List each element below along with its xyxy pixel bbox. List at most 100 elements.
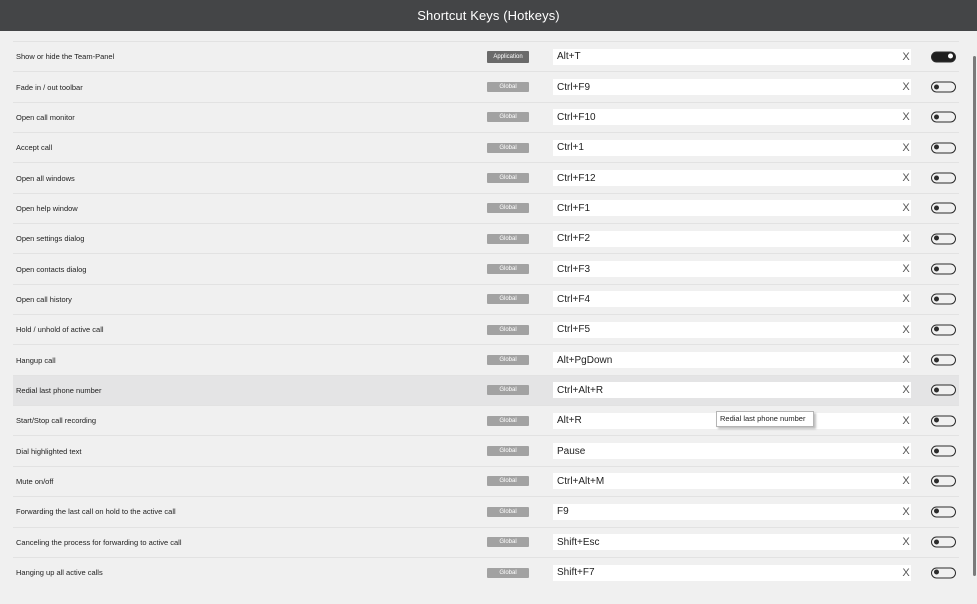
hotkey-input[interactable]: Alt+T <box>553 48 911 65</box>
toggle-knob <box>934 448 939 454</box>
close-icon[interactable]: X <box>900 567 912 579</box>
close-icon[interactable]: X <box>900 536 912 548</box>
close-icon[interactable]: X <box>900 111 912 123</box>
hotkey-input[interactable]: F9 <box>553 503 911 520</box>
hotkey-row[interactable]: Hanging up all active calls Global Shift+F… <box>13 556 959 587</box>
enable-toggle[interactable] <box>931 475 956 487</box>
hotkey-row[interactable]: Canceling the process for forwarding to … <box>13 526 959 557</box>
hotkey-label: Canceling the process for forwarding to … <box>16 537 182 547</box>
scope-badge: Global <box>487 264 529 275</box>
hotkey-row[interactable]: Mute on/off Global Ctrl+Alt+M X <box>13 465 959 496</box>
hotkey-row[interactable]: Forwarding the last call on hold to the … <box>13 496 959 526</box>
scope-badge: Global <box>487 415 529 426</box>
hotkey-input[interactable]: Ctrl+F10 <box>553 109 911 126</box>
hotkey-label: Hold / unhold of active call <box>16 325 104 335</box>
toggle-knob <box>934 144 939 150</box>
enable-toggle[interactable] <box>931 111 956 123</box>
close-icon[interactable]: X <box>900 202 912 214</box>
close-icon[interactable]: X <box>900 506 912 518</box>
hotkey-row[interactable]: Open all windows Global Ctrl+F12 X <box>13 162 959 192</box>
enable-toggle[interactable] <box>931 354 956 366</box>
hotkey-input[interactable]: Ctrl+Alt+M <box>553 473 911 490</box>
enable-toggle[interactable] <box>931 384 956 396</box>
enable-toggle[interactable] <box>931 81 956 93</box>
enable-toggle[interactable] <box>931 536 956 548</box>
close-icon[interactable]: X <box>900 354 912 366</box>
hotkey-label: Open call history <box>16 294 72 304</box>
hotkey-label: Show or hide the Team-Panel <box>16 52 115 62</box>
hotkey-row[interactable]: Hold / unhold of active call Global Ctrl+F… <box>13 314 959 344</box>
enable-toggle[interactable] <box>931 202 956 214</box>
hotkey-row[interactable]: Hangup call Global Alt+PgDown X <box>13 344 959 374</box>
enable-toggle[interactable] <box>931 324 956 336</box>
hotkey-label: Mute on/off <box>16 476 54 486</box>
toggle-knob <box>948 53 953 59</box>
close-icon[interactable]: X <box>900 415 912 427</box>
scope-badge: Global <box>487 82 529 93</box>
hotkey-row[interactable]: Open call monitor Global Ctrl+F10 X <box>13 101 959 132</box>
scrollbar-thumb[interactable] <box>973 56 976 576</box>
hotkey-row[interactable]: Show or hide the Team-Panel Application Al… <box>13 41 959 71</box>
enable-toggle[interactable] <box>931 415 956 427</box>
vertical-scrollbar[interactable] <box>971 31 977 604</box>
enable-toggle[interactable] <box>931 445 956 457</box>
scope-badge: Global <box>487 537 529 548</box>
close-icon[interactable]: X <box>900 172 912 184</box>
hotkey-label: Open settings dialog <box>16 234 85 244</box>
hotkey-label: Open call monitor <box>16 112 75 122</box>
toggle-knob <box>934 326 939 332</box>
close-icon[interactable]: X <box>900 293 912 305</box>
close-icon[interactable]: X <box>900 324 912 336</box>
scope-badge: Global <box>487 324 529 335</box>
toggle-knob <box>934 539 939 545</box>
hotkey-input[interactable]: Ctrl+F4 <box>553 291 911 308</box>
hotkey-input[interactable]: Ctrl+F9 <box>553 79 911 96</box>
hotkey-label: Open all windows <box>16 173 75 183</box>
hotkey-row[interactable]: Start/Stop call recording Global Alt+R X <box>13 405 959 435</box>
toggle-knob <box>934 235 939 241</box>
hotkey-input[interactable]: Shift+F7 <box>553 564 911 581</box>
enable-toggle[interactable] <box>931 142 956 154</box>
hotkey-row[interactable]: Open settings dialog Global Ctrl+F2 X <box>13 223 959 253</box>
hotkey-label: Forwarding the last call on hold to the … <box>16 507 176 517</box>
close-icon[interactable]: X <box>900 475 912 487</box>
close-icon[interactable]: X <box>900 445 912 457</box>
scope-badge: Global <box>487 355 529 366</box>
close-icon[interactable]: X <box>900 51 912 63</box>
scope-badge: Global <box>487 567 529 578</box>
toggle-knob <box>934 357 939 363</box>
toggle-knob <box>934 296 939 302</box>
hotkey-label: Open contacts dialog <box>16 264 87 274</box>
hotkey-input[interactable]: Pause <box>553 443 911 460</box>
enable-toggle[interactable] <box>931 172 956 184</box>
hotkey-list: Show or hide the Team-Panel Application Al… <box>13 41 959 587</box>
enable-toggle[interactable] <box>931 263 956 275</box>
close-icon[interactable]: X <box>900 81 912 93</box>
close-icon[interactable]: X <box>900 142 912 154</box>
close-icon[interactable]: X <box>900 263 912 275</box>
close-icon[interactable]: X <box>900 384 912 396</box>
enable-toggle[interactable] <box>931 233 956 245</box>
enable-toggle[interactable] <box>931 567 956 579</box>
hotkey-row[interactable]: Open contacts dialog Global Ctrl+F3 X <box>13 253 959 283</box>
hotkey-input[interactable]: Ctrl+F2 <box>553 230 911 247</box>
hotkey-row[interactable]: Fade in / out toolbar Global Ctrl+F9 X <box>13 71 959 101</box>
hotkey-input[interactable]: Ctrl+1 <box>553 139 911 156</box>
close-icon[interactable]: X <box>900 233 912 245</box>
hotkey-label: Redial last phone number <box>16 385 102 395</box>
hotkey-row[interactable]: Accept call Global Ctrl+1 X <box>13 132 959 162</box>
hotkey-input[interactable]: Alt+PgDown <box>553 352 911 369</box>
hotkey-input[interactable]: Ctrl+F3 <box>553 261 911 278</box>
hotkey-input[interactable]: Ctrl+F12 <box>553 170 911 187</box>
hotkey-row[interactable]: Dial highlighted text Global Pause X <box>13 435 959 465</box>
hotkey-row[interactable]: Open help window Global Ctrl+F1 X <box>13 192 959 223</box>
enable-toggle[interactable] <box>931 293 956 305</box>
hotkey-input[interactable]: Ctrl+F1 <box>553 200 911 217</box>
hotkey-row[interactable]: Open call history Global Ctrl+F4 X <box>13 283 959 314</box>
hotkey-input[interactable]: Shift+Esc <box>553 534 911 551</box>
hotkey-row[interactable]: Redial last phone number Global Ctrl+Alt+R… <box>13 374 959 406</box>
hotkey-input[interactable]: Ctrl+F5 <box>553 321 911 338</box>
enable-toggle[interactable] <box>931 506 956 518</box>
hotkey-input[interactable]: Ctrl+Alt+R <box>553 382 911 399</box>
enable-toggle[interactable] <box>931 51 956 63</box>
